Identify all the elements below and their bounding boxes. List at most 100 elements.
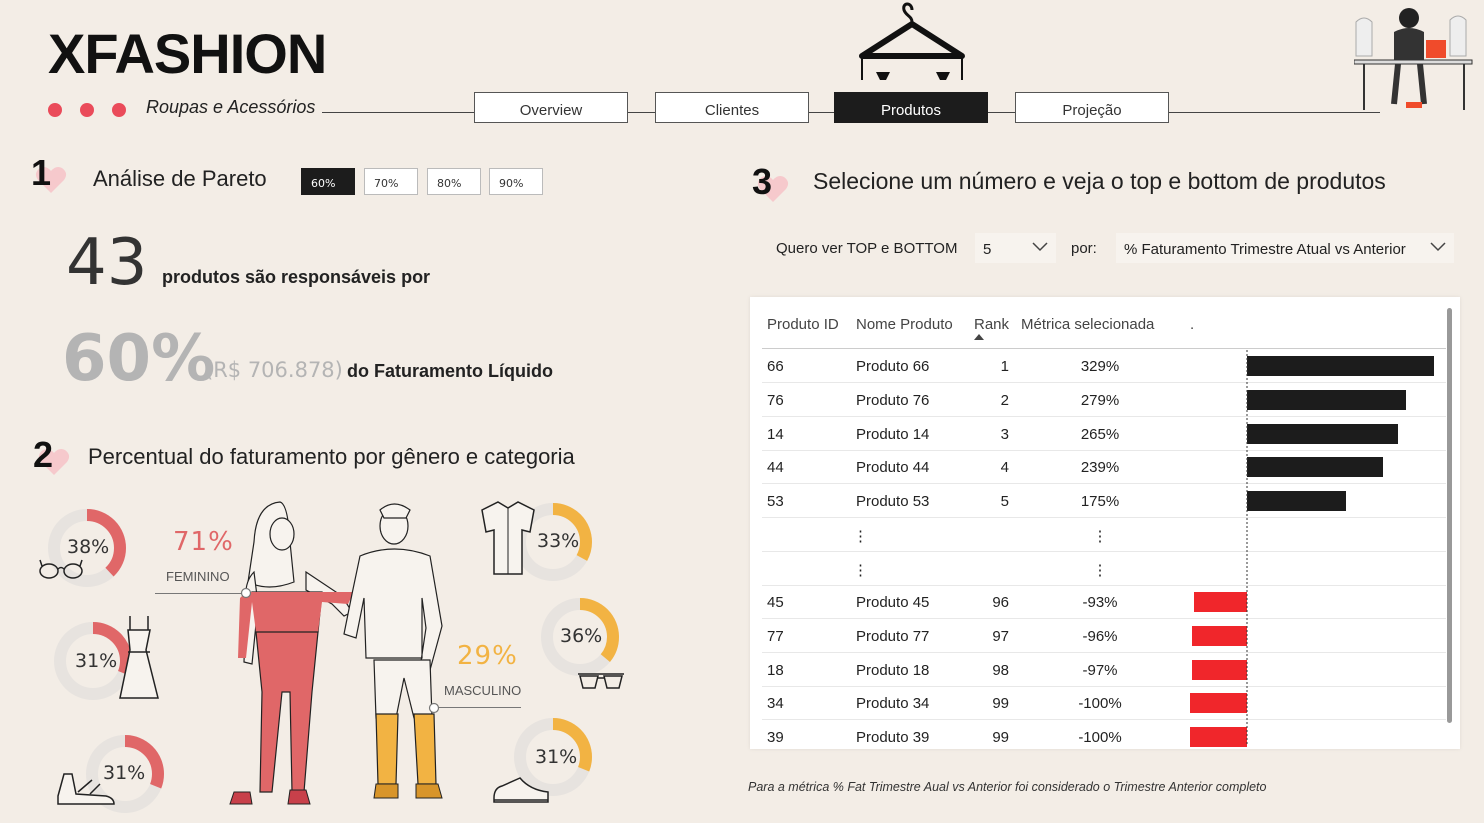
- ellipsis-cell: ⋮: [1092, 562, 1108, 579]
- cell-produto-id: 14: [767, 426, 784, 443]
- female-leader-line: [155, 593, 247, 594]
- bar-axis-line: [1246, 350, 1248, 746]
- pareto-70-button[interactable]: 70%: [364, 168, 418, 195]
- sunglasses-icon: [578, 673, 624, 689]
- filter-label: Quero ver TOP e BOTTOM: [776, 240, 958, 257]
- shirt-icon: [481, 501, 535, 575]
- cell-nome-produto: Produto 14: [856, 426, 930, 443]
- tab-overview[interactable]: Overview: [474, 92, 628, 123]
- table-scrollbar[interactable]: [1447, 308, 1452, 723]
- header-produto-id[interactable]: Produto ID: [767, 316, 839, 333]
- chevron-down-icon: [1430, 242, 1446, 252]
- row-divider: [762, 618, 1446, 619]
- pareto-80-button[interactable]: 80%: [427, 168, 481, 195]
- header-divider: [762, 348, 1446, 349]
- metric-label: por:: [1071, 240, 1097, 257]
- cell-produto-id: 18: [767, 662, 784, 679]
- cell-rank: 96: [992, 594, 1009, 611]
- row-divider: [762, 719, 1446, 720]
- revenue-text: do Faturamento Líquido: [347, 361, 553, 381]
- cell-rank: 5: [1000, 493, 1009, 510]
- female-label: FEMININO: [166, 569, 230, 584]
- section-3-number: 3: [752, 161, 773, 202]
- cell-rank: 99: [992, 729, 1009, 746]
- female-leader-dot: [240, 587, 252, 599]
- top-n-select[interactable]: 5: [975, 233, 1056, 263]
- negative-bar: [1192, 626, 1247, 646]
- cell-metrica: -93%: [1082, 594, 1118, 611]
- cell-rank: 3: [1000, 426, 1009, 443]
- cell-produto-id: 39: [767, 729, 784, 746]
- header-rank[interactable]: Rank: [974, 316, 1009, 333]
- dress-icon: [119, 616, 159, 699]
- cell-metrica: 265%: [1080, 426, 1120, 443]
- sneaker-icon: [493, 777, 549, 803]
- positive-bar: [1247, 457, 1383, 477]
- sunglasses-icon: [39, 559, 83, 579]
- pareto-60-button[interactable]: 60%: [301, 168, 355, 195]
- cell-nome-produto: Produto 45: [856, 594, 930, 611]
- section-3-title: Selecione um número e veja o top e botto…: [813, 168, 1386, 194]
- cell-metrica: 279%: [1080, 392, 1120, 409]
- hanger-icon: [859, 2, 965, 80]
- cell-nome-produto: Produto 18: [856, 662, 930, 679]
- donut-male-accessories-label: 36%: [560, 625, 603, 647]
- male-leader-line: [437, 707, 521, 708]
- cell-rank: 99: [992, 695, 1009, 712]
- cell-metrica: -97%: [1082, 662, 1118, 679]
- product-count: 43: [66, 226, 148, 300]
- ellipsis-cell: ⋮: [853, 528, 868, 545]
- row-divider: [762, 652, 1446, 653]
- section-1-number: 1: [31, 152, 52, 193]
- header-bar[interactable]: .: [1190, 316, 1194, 333]
- row-divider: [762, 450, 1446, 451]
- cell-produto-id: 44: [767, 459, 784, 476]
- cell-metrica: 175%: [1080, 493, 1120, 510]
- row-divider: [762, 382, 1446, 383]
- header-metrica[interactable]: Métrica selecionada: [1021, 316, 1154, 333]
- cell-rank: 97: [992, 628, 1009, 645]
- donut-male-shoes-label: 31%: [535, 746, 578, 768]
- cell-produto-id: 53: [767, 493, 784, 510]
- negative-bar: [1190, 693, 1247, 713]
- donut-male-clothing-label: 33%: [537, 530, 580, 552]
- sort-ascending-icon: [974, 334, 984, 340]
- cell-nome-produto: Produto 39: [856, 729, 930, 746]
- positive-bar: [1247, 390, 1406, 410]
- cell-rank: 1: [1000, 358, 1009, 375]
- cell-produto-id: 45: [767, 594, 784, 611]
- revenue-value: (R$ 706.878): [205, 358, 343, 382]
- row-divider: [762, 416, 1446, 417]
- fashion-couple-illustration: [229, 501, 443, 805]
- cell-metrica: -100%: [1078, 695, 1122, 712]
- donut-female-clothing-label: 31%: [75, 650, 118, 672]
- metric-select[interactable]: % Faturamento Trimestre Atual vs Anterio…: [1116, 233, 1454, 263]
- negative-bar: [1192, 660, 1247, 680]
- pareto-90-button[interactable]: 90%: [489, 168, 543, 195]
- positive-bar: [1247, 424, 1398, 444]
- male-label: MASCULINO: [444, 683, 522, 698]
- brand-dots: [48, 102, 144, 121]
- cell-produto-id: 77: [767, 628, 784, 645]
- section-2-number: 2: [33, 434, 54, 475]
- sandal-icon: [57, 773, 115, 805]
- male-share: 29%: [457, 641, 518, 671]
- female-share: 71%: [173, 527, 234, 557]
- footnote: Para a métrica % Fat Trimestre Aual vs A…: [748, 780, 1267, 794]
- cell-nome-produto: Produto 77: [856, 628, 930, 645]
- brand-title: XFASHION: [48, 22, 327, 85]
- row-divider: [762, 483, 1446, 484]
- negative-bar: [1194, 592, 1247, 612]
- tab-projecao[interactable]: Projeção: [1015, 92, 1169, 123]
- header-nome-produto[interactable]: Nome Produto: [856, 316, 953, 333]
- tab-clientes[interactable]: Clientes: [655, 92, 809, 123]
- cell-produto-id: 66: [767, 358, 784, 375]
- revenue-share: 60%: [62, 322, 216, 396]
- tab-produtos[interactable]: Produtos: [834, 92, 988, 123]
- cell-metrica: -96%: [1082, 628, 1118, 645]
- tailor-illustration: [1354, 8, 1473, 110]
- cell-nome-produto: Produto 53: [856, 493, 930, 510]
- row-divider: [762, 517, 1446, 518]
- cell-nome-produto: Produto 66: [856, 358, 930, 375]
- section-2-title: Percentual do faturamento por gênero e c…: [88, 444, 575, 469]
